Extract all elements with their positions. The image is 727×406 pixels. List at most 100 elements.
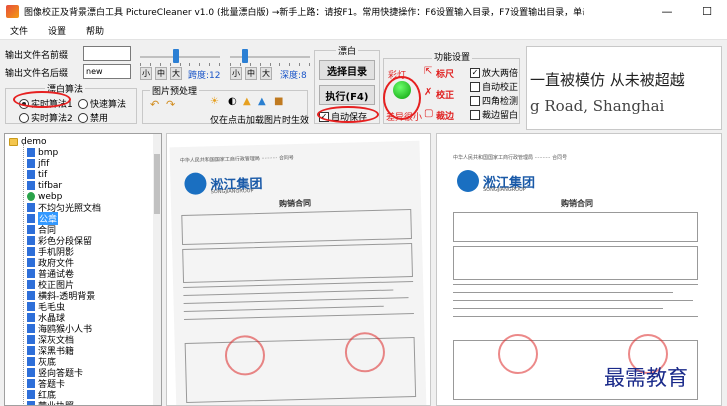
annotation-circle-light	[383, 76, 421, 120]
folder-tree[interactable]: demo bmp jfif tif tifbar webp 不均匀光照文档 公章 合同 彩色分段…	[4, 133, 162, 406]
corner-detect-checkbox[interactable]: 四角检测	[470, 94, 518, 107]
menu-settings[interactable]: 设置	[38, 24, 76, 37]
crop-icon[interactable]: ▢	[424, 108, 433, 119]
folder-icon	[27, 280, 35, 289]
crop-label[interactable]: 裁边	[436, 109, 454, 122]
depth-small-button[interactable]: 小	[230, 67, 242, 80]
radio-fast[interactable]: 快速算法	[78, 97, 126, 110]
tree-item[interactable]: bmp	[27, 147, 58, 158]
tree-scrollbar[interactable]	[153, 134, 161, 405]
window-title: 图像校正及背景漂白工具 PictureCleaner v1.0 (批量漂白版) …	[24, 7, 584, 18]
title-bar: 图像校正及背景漂白工具 PictureCleaner v1.0 (批量漂白版) …	[0, 0, 727, 22]
folder-icon	[27, 368, 35, 377]
watermark-text: 最需教育	[604, 366, 688, 390]
folder-icon	[27, 302, 35, 311]
landscape-icon[interactable]: ▲	[258, 96, 266, 107]
tree-item[interactable]: jfif	[27, 158, 49, 169]
undo-icon[interactable]: ↶	[150, 98, 159, 111]
folder-icon	[27, 203, 35, 212]
preprocess-title: 图片预处理	[150, 84, 200, 97]
folder-icon	[27, 225, 35, 234]
preview-line-2: g Road, Shanghai	[530, 97, 665, 115]
auto-correct-checkbox[interactable]: 自动校正	[470, 80, 518, 93]
tree-item-label: tif	[38, 169, 48, 180]
depth-slider[interactable]	[230, 46, 310, 68]
original-image-pane[interactable]: 中华人民共和国国家工商行政管理局 ·········· 合同号 淞江集团 SON…	[166, 133, 431, 406]
folder-icon	[27, 291, 35, 300]
doc-header-line-result: 中华人民共和国国家工商行政管理局 ·········· 合同号	[453, 155, 568, 161]
redo-icon[interactable]: ↷	[166, 98, 175, 111]
enlarge-checkbox[interactable]: ✓ 放大两倍	[470, 66, 518, 79]
contract-title-result: 购销合同	[561, 199, 593, 208]
folder-icon	[27, 159, 35, 168]
company-logo-icon	[184, 172, 207, 195]
red-seal-stamp-result	[498, 334, 538, 374]
menu-file[interactable]: 文件	[0, 24, 38, 37]
span-small-button[interactable]: 小	[140, 67, 152, 80]
maximize-button[interactable]: ☐	[687, 0, 727, 22]
prefix-label: 输出文件名前缀	[5, 51, 69, 61]
original-document: 中华人民共和国国家工商行政管理局 ·········· 合同号 淞江集团 SON…	[169, 140, 427, 405]
minimize-button[interactable]: —	[647, 0, 687, 22]
tree-item-label: 营业执照	[38, 399, 74, 405]
preview-line-1: 一直被模仿 从未被超越	[530, 71, 685, 89]
contract-title: 购销合同	[278, 198, 312, 209]
depth-large-button[interactable]: 大	[260, 67, 272, 80]
color-icon[interactable]: ■	[274, 96, 283, 107]
webp-file-icon	[27, 192, 35, 201]
span-medium-button[interactable]: 中	[155, 67, 167, 80]
tree-item-label: bmp	[38, 147, 59, 158]
folder-icon	[27, 379, 35, 388]
company-en: SONGJIANGROUP	[210, 188, 254, 196]
folder-icon	[27, 324, 35, 333]
crop-margin-checkbox[interactable]: 裁边留白	[470, 108, 518, 121]
depth-medium-button[interactable]: 中	[245, 67, 257, 80]
sharpen-icon[interactable]: ▲	[243, 96, 251, 107]
folder-icon	[27, 357, 35, 366]
depth-value-label: 深度:8	[280, 71, 307, 81]
prefix-input[interactable]	[83, 46, 131, 61]
tree-item-label: tifbar	[38, 180, 63, 191]
ruler-label[interactable]: 标尺	[436, 67, 454, 80]
suffix-input[interactable]: new	[83, 64, 131, 79]
execute-button[interactable]: 执行(F4)	[319, 85, 375, 105]
menu-help[interactable]: 帮助	[76, 24, 114, 37]
tree-item-label: jfif	[38, 158, 50, 169]
folder-icon	[27, 247, 35, 256]
tree-root[interactable]: demo	[9, 136, 47, 147]
folder-icon	[27, 313, 35, 322]
correct-label[interactable]: 校正	[436, 88, 454, 101]
correct-icon[interactable]: ✗	[424, 87, 432, 98]
span-slider[interactable]	[140, 46, 220, 68]
radio-realtime-2[interactable]: 实时算法2	[19, 111, 73, 124]
folder-icon	[27, 269, 35, 278]
folder-icon	[27, 236, 35, 245]
folder-icon	[27, 148, 35, 157]
span-value-label: 跨度:12	[188, 71, 221, 81]
ruler-icon[interactable]: ⇱	[424, 66, 432, 77]
app-icon	[6, 4, 19, 18]
zoom-preview: 一直被模仿 从未被超越 g Road, Shanghai	[526, 46, 722, 130]
company-en-result: SONGJIANGROUP	[483, 187, 526, 193]
radio-disable[interactable]: 禁用	[78, 111, 108, 124]
preprocess-hint: 仅在点击加载图片时生效	[210, 116, 310, 126]
folder-icon	[27, 181, 35, 190]
select-directory-button[interactable]: 选择目录	[319, 60, 375, 80]
folder-icon	[27, 170, 35, 179]
contrast-icon[interactable]: ◐	[228, 96, 237, 107]
brightness-icon[interactable]: ☀	[210, 96, 219, 107]
company-logo-icon-result	[457, 170, 479, 192]
menu-bar: 文件 设置 帮助	[0, 22, 727, 40]
span-large-button[interactable]: 大	[170, 67, 182, 80]
tree-item[interactable]: tif	[27, 169, 47, 180]
annotation-circle-autosave	[317, 106, 379, 123]
folder-icon	[27, 346, 35, 355]
suffix-label: 输出文件名后缀	[5, 69, 69, 79]
tree-item[interactable]: tifbar	[27, 180, 62, 191]
function-title: 功能设置	[432, 50, 473, 63]
tree-item-label: webp	[38, 191, 63, 202]
bleach-title: 漂白	[336, 44, 359, 57]
tree-item[interactable]: 营业执照	[27, 399, 74, 405]
folder-icon	[27, 214, 35, 223]
folder-icon	[27, 390, 35, 399]
